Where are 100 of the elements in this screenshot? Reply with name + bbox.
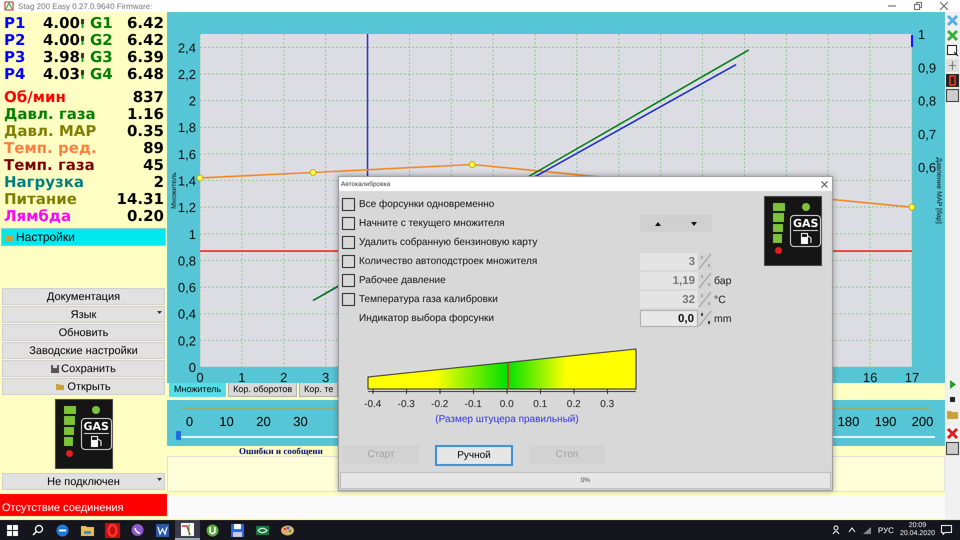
palette-icon	[280, 522, 295, 538]
taskbar-button[interactable]	[175, 520, 200, 540]
reading-label: Питание	[4, 190, 77, 208]
y-tick-label: 0,2	[178, 333, 196, 348]
menu-button[interactable]: Открыть	[2, 378, 165, 395]
option-label: Температура газа калибровки	[359, 294, 499, 305]
gauge-tick-label: 0.0	[498, 399, 515, 410]
tab[interactable]: Кор. те	[299, 383, 338, 397]
gauge-tick-label: 0.3	[599, 399, 616, 410]
reading-label: Давл. MAP	[4, 122, 96, 140]
menu-button[interactable]: Язык	[2, 306, 165, 323]
y-tick-label: 1,6	[178, 146, 196, 162]
people-icon[interactable]	[832, 525, 842, 535]
notification-icon[interactable]	[941, 525, 952, 535]
menu-button[interactable]: Заводские настройки	[2, 342, 165, 359]
gas-time: 6.39	[126, 48, 164, 66]
injector-icon	[80, 36, 85, 44]
scale-label: 10	[218, 414, 235, 430]
gauge-tick-label: -0.3	[396, 399, 416, 410]
y-tick-label: 0,6	[178, 280, 196, 296]
reading-label: Лямбда	[4, 206, 72, 224]
gas-injector-name: G3	[90, 48, 114, 66]
y-tick-label: 0,4	[178, 306, 196, 322]
caret-icon	[157, 311, 162, 314]
reading-value: 2	[154, 172, 164, 190]
digit-icon[interactable]	[946, 74, 959, 87]
gauge-tick-label: -0.1	[464, 399, 483, 410]
close-icon[interactable]	[940, 2, 948, 10]
y-tick-label: 1,4	[178, 174, 196, 189]
checkbox[interactable]	[342, 198, 355, 211]
close-icon[interactable]	[821, 180, 828, 188]
y-tick-label: 2	[188, 94, 196, 109]
unit-label: бар	[713, 274, 732, 286]
gas-indicator-drawing: GAS	[54, 399, 112, 469]
wifi-icon[interactable]	[862, 526, 872, 534]
messages-title: Ошибки и сообщени	[239, 446, 323, 456]
menu-button[interactable]: Обновить	[2, 324, 165, 341]
settings-header[interactable]: Настройки	[1, 228, 166, 246]
slider-thumb[interactable]	[176, 431, 181, 440]
option-label: Начните с текущего множителя	[359, 218, 506, 229]
gas-time: 6.48	[126, 65, 164, 83]
reading-value: 89	[143, 138, 164, 156]
tab[interactable]: Кор. оборотов	[228, 383, 298, 397]
caret-icon	[157, 478, 162, 481]
connection-dropdown[interactable]: Не подключен	[2, 473, 165, 490]
injector-name: P1	[4, 14, 26, 32]
gas-time: 6.42	[126, 31, 164, 49]
square-icon[interactable]	[946, 89, 959, 102]
right-tick-label: 1	[918, 27, 926, 42]
option-label: Все форсунки одновременно	[359, 199, 496, 210]
square-icon[interactable]	[946, 442, 959, 455]
browser-icon	[55, 522, 70, 538]
close-icon[interactable]	[946, 427, 959, 440]
folder-icon	[5, 234, 14, 240]
gauge-tick-label: -0.4	[363, 399, 382, 410]
tab[interactable]: Множитель	[169, 383, 226, 397]
data-point	[468, 161, 476, 168]
language-indicator[interactable]: РУС	[878, 526, 894, 534]
chat-icon	[130, 522, 145, 538]
dialog-button[interactable]: Ручной	[435, 445, 513, 466]
petrol-time: 4.00	[42, 14, 80, 32]
restore-icon[interactable]	[914, 2, 922, 10]
checkbox[interactable]	[342, 236, 355, 249]
window-icon[interactable]	[946, 44, 959, 57]
petrol-time: 3.98	[42, 48, 80, 66]
injector-icon	[80, 70, 85, 78]
spin-field[interactable]: 0,0	[640, 310, 698, 327]
data-point	[908, 204, 916, 211]
y-tick-label: 0	[188, 360, 196, 375]
reading-value: 0.35	[126, 122, 164, 140]
x-tick-label: 1	[238, 370, 246, 383]
gauge-caption: (Размер штуцера правильный)	[434, 414, 580, 425]
reading-label: Темп. ред.	[4, 138, 97, 156]
option-label: Удалить собранную бензиновую карту	[359, 237, 538, 248]
search-icon	[30, 522, 45, 538]
y-tick-label: 1,8	[178, 120, 196, 136]
option-label: Рабочее давление	[359, 275, 447, 286]
document-icon	[155, 522, 170, 538]
x-tick-label: 16	[862, 370, 878, 383]
right-tick-label: 0,8	[918, 94, 936, 109]
spin-button[interactable]	[698, 310, 712, 327]
scale-label: 20	[255, 414, 272, 430]
menu-button[interactable]: Сохранить	[2, 360, 165, 377]
reading-value: 837	[132, 88, 164, 106]
data-point	[196, 174, 204, 182]
gas-indicator-drawing: GAS	[764, 196, 822, 266]
unit-label: °C	[713, 294, 727, 306]
injector-name: P2	[4, 31, 26, 49]
gauge-tick-label: 0.2	[566, 399, 582, 410]
menu-button[interactable]: Документация	[2, 288, 165, 305]
chevron-icon[interactable]	[848, 527, 856, 533]
gas-injector-name: G2	[90, 31, 114, 49]
right-tick-label: 0,7	[918, 126, 936, 142]
gauge-tick-label: -0.2	[430, 399, 450, 410]
floppy-icon	[51, 364, 60, 372]
folder-icon	[56, 383, 66, 390]
injector-icon	[80, 52, 85, 62]
browser-icon	[105, 522, 120, 538]
injector-name: P3	[4, 48, 26, 66]
checkbox[interactable]	[342, 217, 355, 230]
